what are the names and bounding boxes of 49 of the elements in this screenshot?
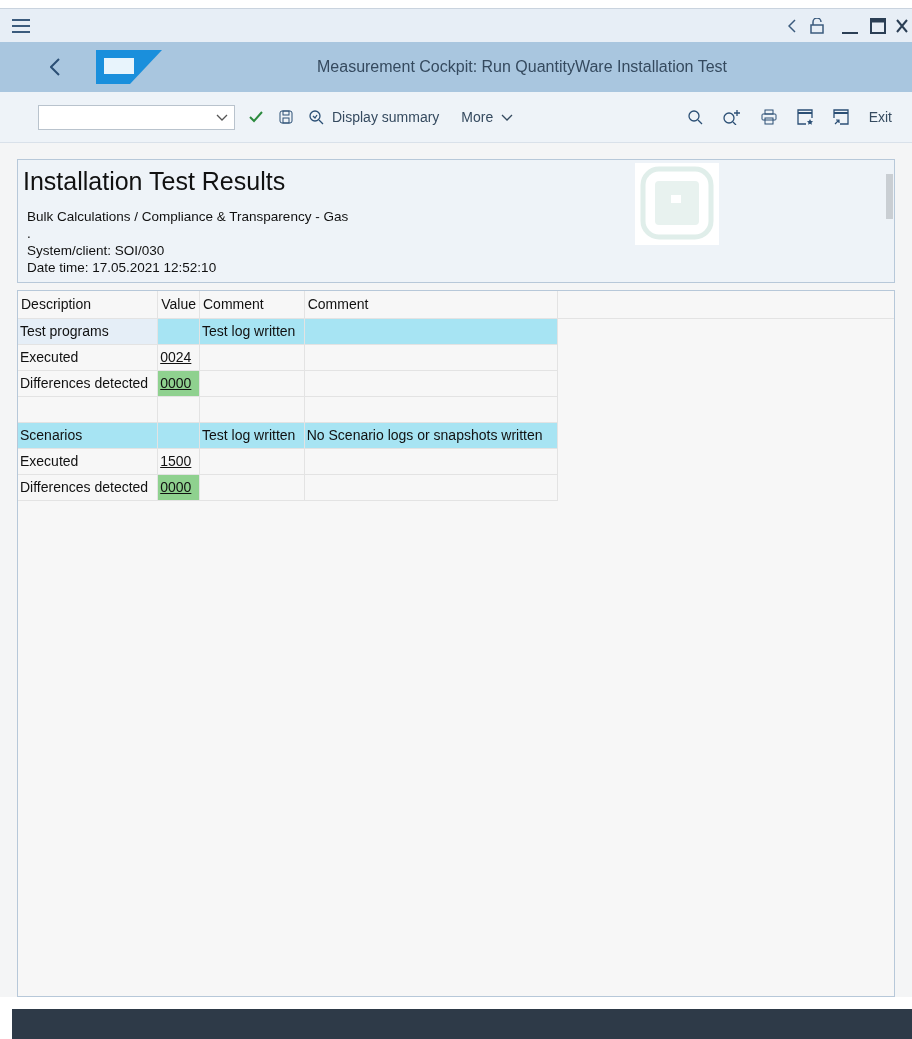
search-icon[interactable]	[687, 109, 703, 125]
table-cell: Test log written	[199, 318, 305, 344]
table-cell[interactable]: 1500	[157, 448, 200, 474]
report-title: Installation Test Results	[23, 166, 287, 196]
header-line: .	[27, 225, 32, 242]
more-button[interactable]: More	[461, 106, 514, 128]
caret-icon[interactable]	[501, 113, 514, 121]
column-header[interactable]: Comment	[199, 291, 305, 318]
check-icon[interactable]	[249, 111, 263, 123]
table-cell[interactable]: 0024	[157, 344, 200, 370]
command-field[interactable]	[38, 104, 235, 130]
logo-icon	[96, 50, 162, 84]
table-cell	[157, 396, 200, 422]
value-link[interactable]: 1500	[160, 452, 192, 469]
toolbar-button[interactable]: Exit	[868, 106, 892, 128]
back-icon[interactable]	[788, 18, 796, 33]
table-cell: Scenarios	[18, 422, 158, 448]
dropdown-icon[interactable]	[216, 113, 228, 121]
table-cell: Test log written	[199, 422, 305, 448]
table-cell: Differences detected	[18, 474, 158, 500]
table-cell: Test programs	[18, 318, 158, 344]
scrollbar-thumb[interactable]	[886, 174, 893, 219]
table-cell: Executed	[18, 344, 158, 370]
column-header[interactable]: Value	[157, 291, 200, 318]
table-cell: Executed	[18, 448, 158, 474]
close-icon[interactable]	[896, 18, 908, 33]
column-header[interactable]: Description	[18, 291, 158, 318]
maximize-icon[interactable]	[870, 17, 886, 34]
table-cell: No Scenario logs or snapshots written	[304, 422, 558, 448]
window-title: Measurement Cockpit: Run QuantityWare Installation Test	[317, 57, 727, 77]
header-line: Date time: 17.05.2021 12:52:10	[27, 259, 218, 276]
value-link[interactable]: 0000	[160, 374, 192, 391]
value-link[interactable]: 0024	[160, 348, 192, 365]
header-line: System/client: SOI/030	[27, 242, 166, 259]
column-header[interactable]: Comment	[304, 291, 558, 318]
lock-icon[interactable]	[810, 17, 824, 34]
menu-icon[interactable]	[12, 18, 30, 33]
printer-icon[interactable]	[760, 109, 777, 125]
header-line: Bulk Calculations / Compliance & Transparency - Gas	[27, 208, 350, 225]
search-plus-icon[interactable]	[722, 109, 741, 125]
save-icon[interactable]	[279, 110, 293, 124]
zoom-icon[interactable]	[309, 109, 324, 125]
window-star-icon[interactable]	[796, 109, 813, 125]
toolbar-button[interactable]: Display summary	[309, 106, 440, 128]
logo-icon	[635, 163, 719, 245]
table-cell: Differences detected	[18, 370, 158, 396]
window-arrow-icon[interactable]	[832, 109, 849, 125]
back-icon[interactable]	[50, 58, 60, 76]
value-link[interactable]: 0000	[160, 478, 192, 495]
